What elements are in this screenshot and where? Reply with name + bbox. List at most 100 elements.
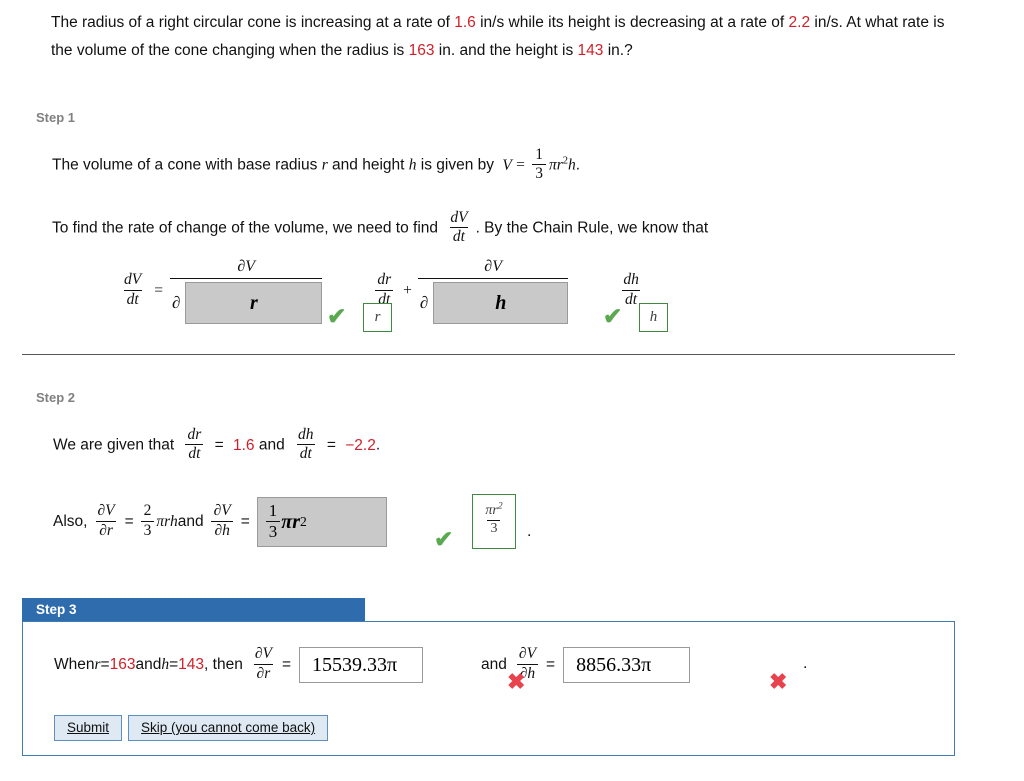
one-third-fraction: 1 3 <box>532 146 546 182</box>
incorrect-cross-icon-2: ✖ <box>769 669 788 694</box>
problem-radius-value: 163 <box>408 42 435 59</box>
volume-sentence-pre: The volume of a cone with base radius <box>52 156 322 174</box>
period-s3: . <box>803 655 808 672</box>
dr-num-given: dr <box>187 426 202 443</box>
correct-check-icon-2: ✔ <box>603 303 623 329</box>
answer-input-dvdr[interactable]: 15539.33π <box>299 647 424 683</box>
equals-r: = <box>100 656 110 673</box>
dr-dt-value: 1.6 <box>233 436 255 454</box>
dh-num-given: dh <box>298 426 314 443</box>
dV-dt-fraction: dV dt <box>447 209 470 245</box>
period: . <box>575 156 581 174</box>
pv-num-2: ∂V <box>213 502 231 520</box>
action-buttons: Submit Skip (you cannot come back) <box>54 715 329 741</box>
and-word-2: and <box>177 513 204 530</box>
step-2-also-line: Also, ∂V ∂r = 2 3 πrh and ∂V ∂h = 1 3 πr… <box>53 497 387 547</box>
partial-V-partial-h-fraction: ∂V ∂h <box>211 503 234 538</box>
dt-den-given-2: dt <box>296 444 315 462</box>
problem-text-4: in. and the height is <box>434 42 578 59</box>
given-text: We are given that <box>53 436 179 454</box>
dt-denominator: dt <box>449 227 468 245</box>
ph-den-2: ∂h <box>211 520 233 539</box>
exercise-page: The radius of a right circular cone is i… <box>0 0 1024 781</box>
correct-check-icon-1: ✔ <box>327 303 347 329</box>
partial-V-partial-r-term: ∂V ∂ r <box>169 258 323 324</box>
equals-given-2: = <box>326 436 336 454</box>
solution-fraction: πr2 3 <box>482 501 505 536</box>
problem-height-value: 143 <box>577 42 604 59</box>
problem-text-2: in/s while its height is decreasing at a… <box>475 14 789 31</box>
step-3-evaluation-line: When r = 163 and h = 143, then ∂V ∂r = 1… <box>54 645 691 683</box>
answer-input-dvdh[interactable]: 8856.33π <box>563 647 691 683</box>
when-text: When <box>54 656 95 673</box>
period-also: . <box>527 523 532 540</box>
symbol-h-2: h <box>568 156 576 174</box>
dt-denominator-3: dt <box>622 289 641 308</box>
equals-sign: = <box>516 156 525 174</box>
dt-den-given: dt <box>185 444 204 462</box>
pv-num-s3-2: ∂V <box>518 645 537 663</box>
symbol-h-s3: h <box>161 656 170 673</box>
step-2-given-line: We are given that dr dt = 1.6 and dh dt … <box>53 426 381 463</box>
dr-numerator: dr <box>377 271 392 289</box>
skip-button[interactable]: Skip (you cannot come back) <box>128 715 329 741</box>
dV-dt-left: dV dt <box>121 272 144 307</box>
equals-also-1: = <box>124 513 134 530</box>
submit-button[interactable]: Submit <box>54 715 123 741</box>
period-given: . <box>375 436 381 454</box>
dh-dt-given-fraction: dh dt <box>295 426 317 462</box>
plus-sign: + <box>403 282 412 299</box>
problem-rate-height: 2.2 <box>788 14 811 31</box>
chain-sentence-pre: To find the rate of change of the volume… <box>52 219 443 237</box>
symbol-h: h <box>408 156 417 174</box>
solution-numerator: πr2 <box>482 501 505 520</box>
problem-text-5: in.? <box>603 42 633 59</box>
solution-box-r: r <box>363 303 392 332</box>
dr-dt-given-fraction: dr dt <box>185 426 205 462</box>
equals-given-1: = <box>214 436 224 454</box>
two-numerator: 2 <box>143 502 152 520</box>
one-third-fraction-box: 1 3 <box>265 502 281 541</box>
answer-box-denominator-h[interactable]: h <box>433 282 569 324</box>
problem-rate-radius: 1.6 <box>454 14 476 31</box>
answer-box-denominator-r[interactable]: r <box>185 282 323 324</box>
pr-den-1: ∂r <box>96 520 116 539</box>
step-divider <box>22 354 955 355</box>
equals-s3-2: = <box>546 656 556 673</box>
dt-denominator-left: dt <box>123 289 142 308</box>
box-denominator: 3 <box>265 520 281 541</box>
equals-s3-1: = <box>281 656 292 673</box>
dh-dt-value: −2.2 <box>345 436 376 454</box>
correct-check-icon-3: ✔ <box>434 526 454 552</box>
pv-num-s3-1: ∂V <box>254 645 272 663</box>
solution-exponent: 2 <box>497 501 503 512</box>
equals-h: = <box>169 656 179 673</box>
partial-denominator-2: ∂ h <box>417 278 569 324</box>
step-2-label: Step 2 <box>36 390 76 405</box>
partial-V-numerator-2: ∂V <box>484 258 502 275</box>
partial-denominator-1: ∂ r <box>169 278 323 324</box>
partial-V-numerator-1: ∂V <box>237 258 256 275</box>
pi-r-h-expression: πrh <box>156 513 178 530</box>
symbol-V: V <box>502 156 512 174</box>
chain-sentence-post: . By the Chain Rule, we know that <box>475 219 709 237</box>
fraction-numerator: 1 <box>535 146 543 163</box>
box-pi-symbol: π <box>281 510 293 533</box>
volume-sentence-mid: and height <box>327 156 409 174</box>
two-thirds-fraction: 2 3 <box>140 502 155 538</box>
problem-text-1: The radius of a right circular cone is i… <box>51 14 455 31</box>
also-text: Also, <box>53 513 88 530</box>
pv-num-1: ∂V <box>97 502 115 520</box>
and-word-1: and <box>258 436 290 454</box>
solution-box-h: h <box>639 303 668 332</box>
partial-symbol-2: ∂ <box>419 293 429 312</box>
h-value: 143 <box>178 656 205 673</box>
then-text: , then <box>204 656 243 673</box>
pi-symbol: π <box>548 156 557 174</box>
fraction-denominator: 3 <box>532 164 546 182</box>
and-word-s3-2: and <box>481 656 507 673</box>
answer-box-dvdh[interactable]: 1 3 πr2 <box>256 497 387 547</box>
equals-sign-chain: = <box>154 282 163 299</box>
partial-V-partial-r-fraction: ∂V ∂r <box>94 503 117 538</box>
partial-V-partial-h-term: ∂V ∂ h <box>417 258 569 324</box>
